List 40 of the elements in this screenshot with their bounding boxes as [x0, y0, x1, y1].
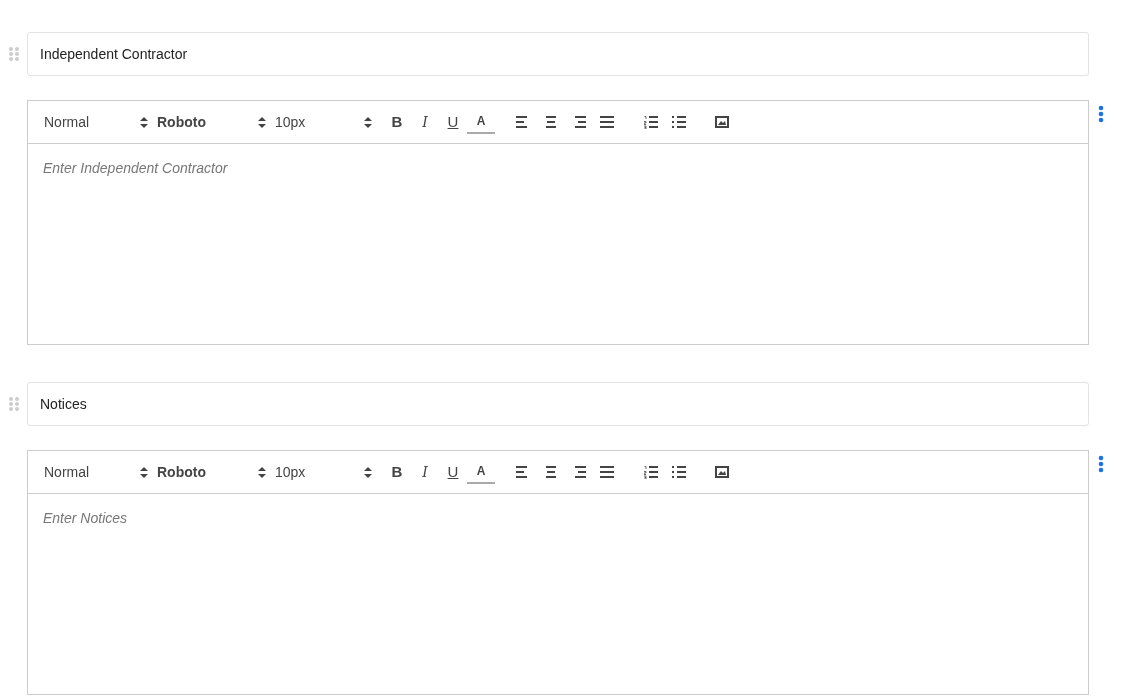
title-field[interactable]: Independent Contractor [27, 32, 1089, 76]
underline-button[interactable]: U [439, 460, 467, 484]
numbered-list-icon [643, 115, 659, 129]
select-arrows-icon [364, 116, 372, 128]
editor-body[interactable]: Enter Notices [28, 494, 1088, 694]
select-arrows-icon [140, 116, 148, 128]
font-select[interactable]: Roboto [157, 111, 269, 133]
image-icon [714, 465, 730, 479]
size-select[interactable]: 10px [275, 111, 375, 133]
text-color-button[interactable]: A [467, 110, 495, 134]
underline-button[interactable]: U [439, 110, 467, 134]
placeholder-text: Enter Notices [43, 510, 128, 526]
bullet-list-icon [671, 465, 687, 479]
numbered-list-icon [643, 465, 659, 479]
header-select[interactable]: Normal [44, 111, 151, 133]
italic-button[interactable]: I [411, 460, 439, 484]
size-select[interactable]: 10px [275, 461, 375, 483]
text-color-button[interactable]: A [467, 460, 495, 484]
drag-handle-icon[interactable] [9, 397, 19, 411]
font-select[interactable]: Roboto [157, 461, 269, 483]
align-center-icon [543, 465, 559, 479]
italic-button[interactable]: I [411, 110, 439, 134]
bold-button[interactable]: B [383, 460, 411, 484]
header-select[interactable]: Normal [44, 461, 151, 483]
editor-body[interactable]: Enter Independent Contractor [28, 144, 1088, 344]
select-arrows-icon [258, 116, 266, 128]
bullet-list-icon [671, 115, 687, 129]
more-options-icon[interactable] [1098, 105, 1104, 123]
image-icon [714, 115, 730, 129]
align-justify-icon [599, 465, 615, 479]
select-arrows-icon [258, 466, 266, 478]
select-arrows-icon [364, 466, 372, 478]
placeholder-text: Enter Independent Contractor [43, 160, 228, 176]
bold-button[interactable]: B [383, 110, 411, 134]
align-justify-icon [599, 115, 615, 129]
select-arrows-icon [140, 466, 148, 478]
title-field[interactable]: Notices [27, 382, 1089, 426]
more-options-icon[interactable] [1098, 455, 1104, 473]
drag-handle-icon[interactable] [9, 47, 19, 61]
align-center-icon [543, 115, 559, 129]
